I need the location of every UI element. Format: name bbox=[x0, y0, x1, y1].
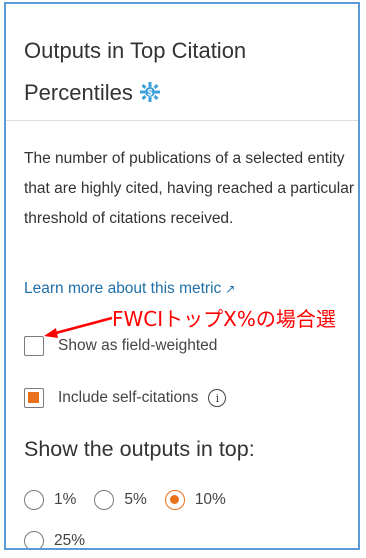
radio-5-label[interactable]: 5% bbox=[124, 491, 146, 509]
radio-10[interactable] bbox=[164, 490, 185, 510]
field-weighted-checkbox[interactable] bbox=[24, 336, 44, 356]
self-citations-checkbox[interactable] bbox=[24, 388, 44, 408]
annotation-arrow bbox=[44, 316, 113, 338]
divider bbox=[6, 120, 358, 121]
percentile-radio-group-row2: 25% bbox=[24, 531, 103, 548]
radio-1[interactable] bbox=[24, 490, 44, 510]
annotation-text: FWCIトップX%の場合選 bbox=[112, 307, 336, 331]
metric-description: The number of publications of a selected… bbox=[24, 150, 355, 227]
radio-25-label[interactable]: 25% bbox=[54, 532, 85, 548]
radio-option-1[interactable]: 1% bbox=[24, 490, 76, 510]
percentile-radio-group: 1% 5% 10% bbox=[24, 490, 244, 510]
info-icon[interactable]: i bbox=[208, 389, 227, 407]
scival-icon: $ bbox=[139, 82, 160, 102]
radio-option-10[interactable]: 10% bbox=[164, 490, 226, 510]
learn-more-link[interactable]: Learn more about this metric ↗ bbox=[24, 280, 235, 298]
radio-25[interactable] bbox=[24, 531, 44, 548]
percentile-heading: Show the outputs in top: bbox=[24, 437, 255, 461]
self-citations-label[interactable]: Include self-citations bbox=[58, 389, 198, 407]
self-citations-option[interactable]: Include self-citations i bbox=[24, 388, 227, 408]
radio-option-25[interactable]: 25% bbox=[24, 531, 85, 548]
panel-title: Outputs in Top Citation Percentiles $ bbox=[24, 30, 354, 114]
radio-option-5[interactable]: 5% bbox=[94, 490, 147, 510]
panel-title-text: Outputs in Top Citation Percentiles bbox=[24, 38, 247, 105]
external-link-icon: ↗ bbox=[225, 282, 236, 296]
radio-1-label[interactable]: 1% bbox=[54, 491, 76, 509]
radio-dot bbox=[169, 495, 179, 504]
radio-10-label[interactable]: 10% bbox=[195, 491, 226, 509]
svg-text:$: $ bbox=[147, 88, 152, 98]
metric-panel: Outputs in Top Citation Percentiles $ Th… bbox=[4, 2, 360, 550]
checkbox-fill bbox=[28, 392, 39, 403]
radio-5[interactable] bbox=[94, 490, 115, 510]
learn-more-text[interactable]: Learn more about this metric bbox=[24, 280, 221, 297]
